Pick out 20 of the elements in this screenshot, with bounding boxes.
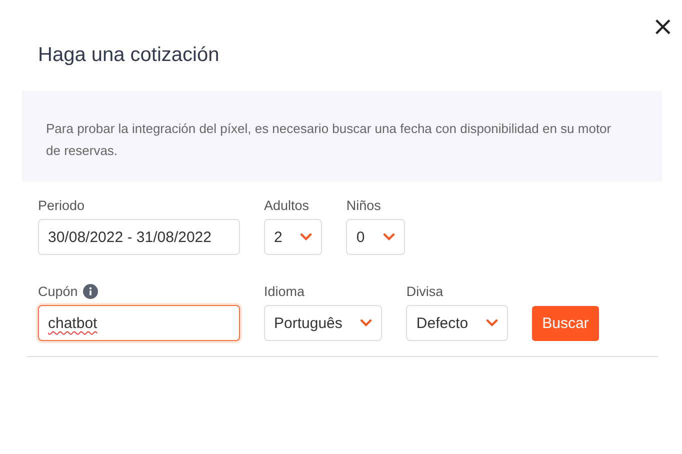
coupon-field[interactable]: chatbot <box>38 305 240 341</box>
dropdown[interactable]: 2 <box>264 219 322 255</box>
chevron-down-icon <box>300 233 312 241</box>
date-range-field[interactable]: 30/08/2022 - 31/08/2022 <box>38 219 240 255</box>
field-label: Periodo <box>38 198 85 213</box>
dropdown[interactable]: Português <box>264 305 382 341</box>
field-label: Divisa <box>406 284 444 299</box>
field-label: Idioma <box>264 284 305 299</box>
field-label: Cupón <box>38 284 78 299</box>
info-icon[interactable] <box>82 284 98 299</box>
field-label: Niños <box>346 198 381 213</box>
dropdown[interactable]: Defecto <box>406 305 508 341</box>
chevron-down-icon <box>382 233 395 241</box>
chevron-down-icon <box>360 319 372 327</box>
chevron-down-icon <box>486 319 498 327</box>
dialog-title: Haga una cotización <box>38 44 220 67</box>
close-button[interactable]: × <box>650 14 676 40</box>
field-label: Adultos <box>264 198 310 213</box>
dropdown[interactable]: 0 <box>346 219 405 255</box>
info-message: Para probar la integración del píxel, es necesario buscar una fecha con disponibilidad en su motor de reservas. <box>46 121 612 158</box>
